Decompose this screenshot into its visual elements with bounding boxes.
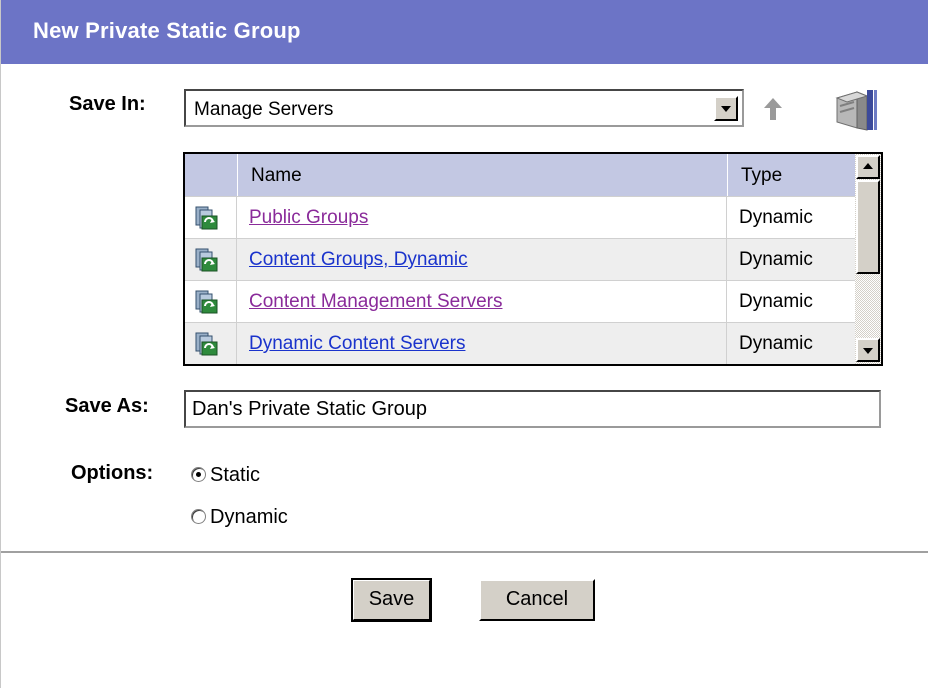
column-header-type[interactable]: Type xyxy=(741,165,782,187)
cancel-button[interactable]: Cancel xyxy=(479,579,595,621)
group-type: Dynamic xyxy=(739,207,813,228)
dynamic-group-icon xyxy=(195,332,218,356)
group-link[interactable]: Public Groups xyxy=(249,207,368,229)
save-button[interactable]: Save xyxy=(351,578,432,622)
scrollbar-thumb[interactable] xyxy=(856,180,880,274)
chevron-down-icon[interactable] xyxy=(714,96,738,121)
dynamic-group-icon xyxy=(195,206,218,230)
table-row[interactable]: Content Groups, Dynamic Dynamic xyxy=(185,238,855,281)
group-type: Dynamic xyxy=(739,249,813,270)
dynamic-group-icon xyxy=(195,248,218,272)
dynamic-radio[interactable] xyxy=(191,509,206,524)
save-in-select[interactable]: Manage Servers xyxy=(184,89,744,127)
dynamic-radio-label[interactable]: Dynamic xyxy=(210,506,288,529)
save-as-input[interactable] xyxy=(184,390,881,428)
table-row[interactable]: Dynamic Content Servers Dynamic xyxy=(185,322,855,364)
title-bar: New Private Static Group xyxy=(1,0,928,64)
server-group-icon[interactable] xyxy=(831,84,879,134)
dialog-title: New Private Static Group xyxy=(33,18,301,43)
dynamic-group-icon xyxy=(195,290,218,314)
static-radio[interactable] xyxy=(191,467,206,482)
options-label: Options: xyxy=(71,462,154,484)
save-in-selected-value: Manage Servers xyxy=(194,99,334,120)
up-arrow-icon[interactable] xyxy=(761,95,785,123)
table-header: Name Type xyxy=(185,154,855,196)
group-link[interactable]: Content Groups, Dynamic xyxy=(249,249,468,271)
static-radio-label[interactable]: Static xyxy=(210,464,260,487)
group-link[interactable]: Content Management Servers xyxy=(249,291,502,313)
table-row[interactable]: Content Management Servers Dynamic xyxy=(185,280,855,323)
save-in-label: Save In: xyxy=(69,93,146,115)
divider xyxy=(1,551,928,553)
save-as-label: Save As: xyxy=(65,395,149,417)
scroll-down-icon[interactable] xyxy=(856,338,880,362)
group-link[interactable]: Dynamic Content Servers xyxy=(249,333,465,355)
group-type: Dynamic xyxy=(739,333,813,354)
group-list-table: Name Type Public Groups Dynamic Content … xyxy=(183,152,883,366)
group-type: Dynamic xyxy=(739,291,813,312)
table-scrollbar[interactable] xyxy=(855,154,881,364)
table-row[interactable]: Public Groups Dynamic xyxy=(185,196,855,239)
new-private-static-group-dialog: New Private Static Group Save In: Manage… xyxy=(0,0,928,688)
scroll-up-icon[interactable] xyxy=(856,155,880,179)
column-header-name[interactable]: Name xyxy=(251,165,302,187)
